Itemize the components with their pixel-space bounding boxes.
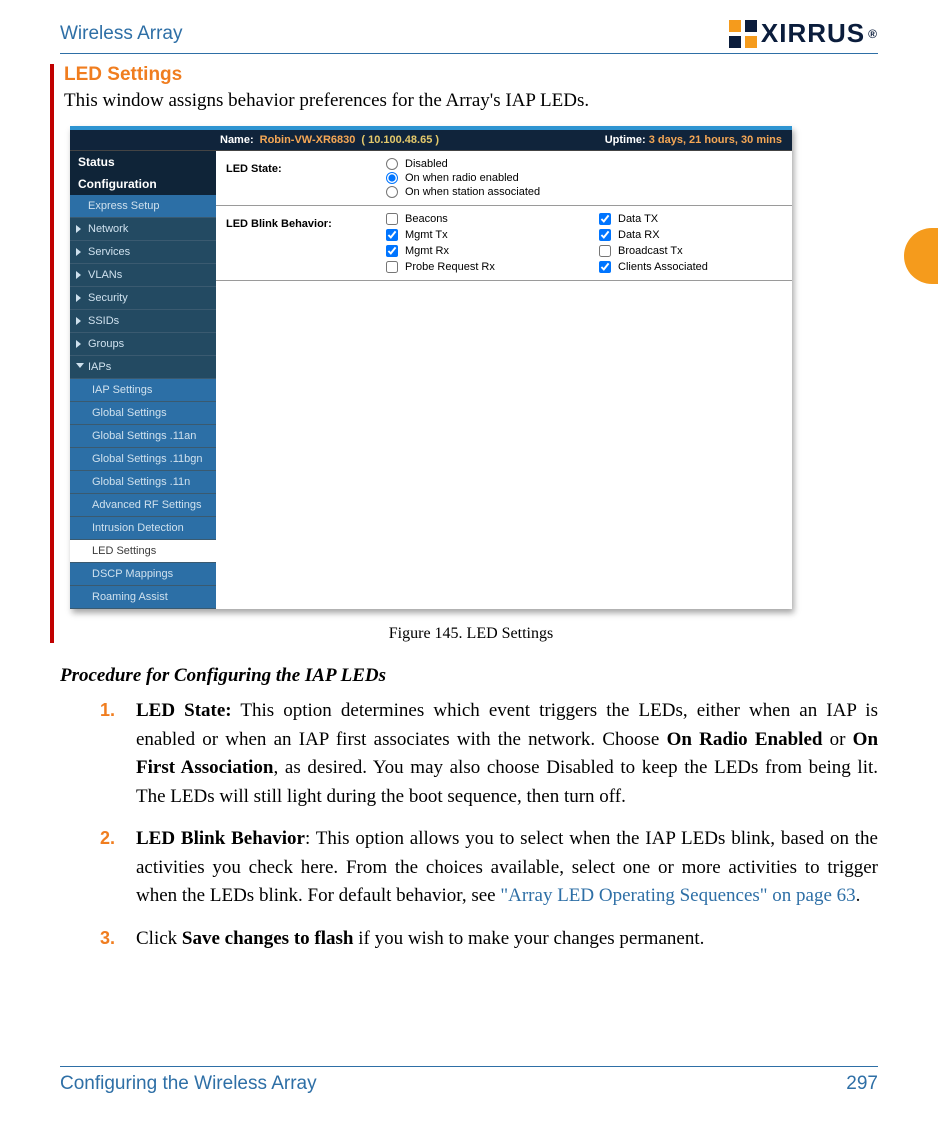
sidebar-item-advanced-rf[interactable]: Advanced RF Settings: [70, 494, 216, 517]
sidebar-heading-configuration[interactable]: Configuration: [70, 173, 216, 195]
radio-led-disabled[interactable]: [386, 158, 398, 170]
radio-label: On when station associated: [405, 186, 540, 198]
radio-led-on-radio[interactable]: [386, 172, 398, 184]
page-footer: Configuring the Wireless Array 297: [60, 1066, 878, 1095]
sidebar-item-network[interactable]: Network: [70, 218, 216, 241]
led-state-label: LED State:: [226, 157, 386, 199]
procedure-step-3: 3. Click Save changes to flash if you wi…: [100, 925, 878, 954]
sidebar-item-iaps[interactable]: IAPs: [70, 356, 216, 379]
header-title: Wireless Array: [60, 23, 182, 45]
procedure-heading: Procedure for Configuring the IAP LEDs: [60, 665, 878, 687]
screenshot-main-panel: LED State: Disabled On when radio enable…: [216, 151, 792, 609]
step-number: 3.: [100, 925, 115, 952]
sidebar-heading-status[interactable]: Status: [70, 151, 216, 173]
cross-reference-link[interactable]: "Array LED Operating Sequences" on page …: [500, 885, 855, 906]
step-number: 1.: [100, 697, 115, 724]
chk-label: Broadcast Tx: [618, 245, 683, 257]
sidebar-item-intrusion[interactable]: Intrusion Detection: [70, 517, 216, 540]
chk-mgmt-rx[interactable]: [386, 245, 398, 257]
step-number: 2.: [100, 825, 115, 852]
chk-data-tx[interactable]: [599, 213, 611, 225]
screenshot-titlebar: Name: Robin-VW-XR6830 ( 10.100.48.65 ) U…: [70, 130, 792, 151]
intro-text: This window assigns behavior preferences…: [64, 90, 878, 112]
chevron-right-icon: [76, 317, 81, 325]
chevron-right-icon: [76, 225, 81, 233]
figure-caption: Figure 145. LED Settings: [64, 625, 878, 643]
led-blink-label: LED Blink Behavior:: [226, 212, 386, 274]
step-lead: LED State:: [136, 700, 232, 721]
chk-clients-assoc[interactable]: [599, 261, 611, 273]
page-header: Wireless Array XIRRUS®: [60, 18, 878, 54]
step-bold: Save changes to flash: [182, 928, 354, 949]
step-text: or: [822, 729, 852, 750]
sidebar-item-groups[interactable]: Groups: [70, 333, 216, 356]
chk-beacons[interactable]: [386, 213, 398, 225]
sidebar-item-led-settings[interactable]: LED Settings: [70, 540, 216, 563]
chevron-down-icon: [76, 363, 84, 368]
sidebar-item-global-settings[interactable]: Global Settings: [70, 402, 216, 425]
chk-label: Beacons: [405, 213, 448, 225]
chk-label: Probe Request Rx: [405, 261, 495, 273]
chk-label: Mgmt Rx: [405, 245, 449, 257]
sidebar-item-roaming[interactable]: Roaming Assist: [70, 586, 216, 609]
step-text: Click: [136, 928, 182, 949]
chk-broadcast-tx[interactable]: [599, 245, 611, 257]
logo-icon: [729, 20, 757, 48]
sidebar-item-iap-settings[interactable]: IAP Settings: [70, 379, 216, 402]
step-lead: LED Blink Behavior: [136, 828, 305, 849]
step-text: .: [856, 885, 861, 906]
section-tab-icon: [904, 228, 938, 284]
uptime-value: 3 days, 21 hours, 30 mins: [649, 134, 782, 146]
step-bold: On Radio Enabled: [667, 729, 823, 750]
logo-text: XIRRUS: [761, 18, 865, 49]
figure-region: LED Settings This window assigns behavio…: [50, 64, 878, 643]
sidebar-item-global-11n[interactable]: Global Settings .11n: [70, 471, 216, 494]
footer-left: Configuring the Wireless Array: [60, 1073, 317, 1095]
logo-reg: ®: [868, 27, 878, 41]
radio-label: On when radio enabled: [405, 172, 519, 184]
uptime-label: Uptime:: [605, 134, 646, 146]
chk-label: Data RX: [618, 229, 660, 241]
sidebar-item-security[interactable]: Security: [70, 287, 216, 310]
chevron-right-icon: [76, 340, 81, 348]
chk-probe-rx[interactable]: [386, 261, 398, 273]
sidebar-item-ssids[interactable]: SSIDs: [70, 310, 216, 333]
chk-label: Data TX: [618, 213, 658, 225]
sidebar-item-express-setup[interactable]: Express Setup: [70, 195, 216, 218]
chevron-right-icon: [76, 271, 81, 279]
name-value: Robin-VW-XR6830: [260, 134, 356, 146]
row-led-state: LED State: Disabled On when radio enable…: [216, 151, 792, 206]
sidebar-item-global-11bgn[interactable]: Global Settings .11bgn: [70, 448, 216, 471]
radio-led-on-station[interactable]: [386, 186, 398, 198]
chk-mgmt-tx[interactable]: [386, 229, 398, 241]
sidebar-item-vlans[interactable]: VLANs: [70, 264, 216, 287]
footer-page-number: 297: [846, 1073, 878, 1095]
name-label: Name:: [220, 134, 254, 146]
brand-logo: XIRRUS®: [729, 18, 878, 49]
procedure-step-1: 1. LED State: This option determines whi…: [100, 697, 878, 811]
row-led-blink: LED Blink Behavior: Beacons Data TX Mgmt…: [216, 206, 792, 281]
radio-label: Disabled: [405, 158, 448, 170]
screenshot-led-settings: Name: Robin-VW-XR6830 ( 10.100.48.65 ) U…: [70, 126, 792, 609]
procedure-step-2: 2. LED Blink Behavior: This option allow…: [100, 825, 878, 911]
chk-label: Clients Associated: [618, 261, 708, 273]
section-heading: LED Settings: [64, 64, 878, 86]
sidebar-item-global-11an[interactable]: Global Settings .11an: [70, 425, 216, 448]
chevron-right-icon: [76, 294, 81, 302]
procedure-list: 1. LED State: This option determines whi…: [100, 697, 878, 953]
chk-label: Mgmt Tx: [405, 229, 448, 241]
name-ip: ( 10.100.48.65 ): [361, 134, 439, 146]
chevron-right-icon: [76, 248, 81, 256]
screenshot-sidebar: Status Configuration Express Setup Netwo…: [70, 151, 216, 609]
step-text: if you wish to make your changes permane…: [353, 928, 704, 949]
sidebar-item-dscp[interactable]: DSCP Mappings: [70, 563, 216, 586]
sidebar-item-services[interactable]: Services: [70, 241, 216, 264]
chk-data-rx[interactable]: [599, 229, 611, 241]
